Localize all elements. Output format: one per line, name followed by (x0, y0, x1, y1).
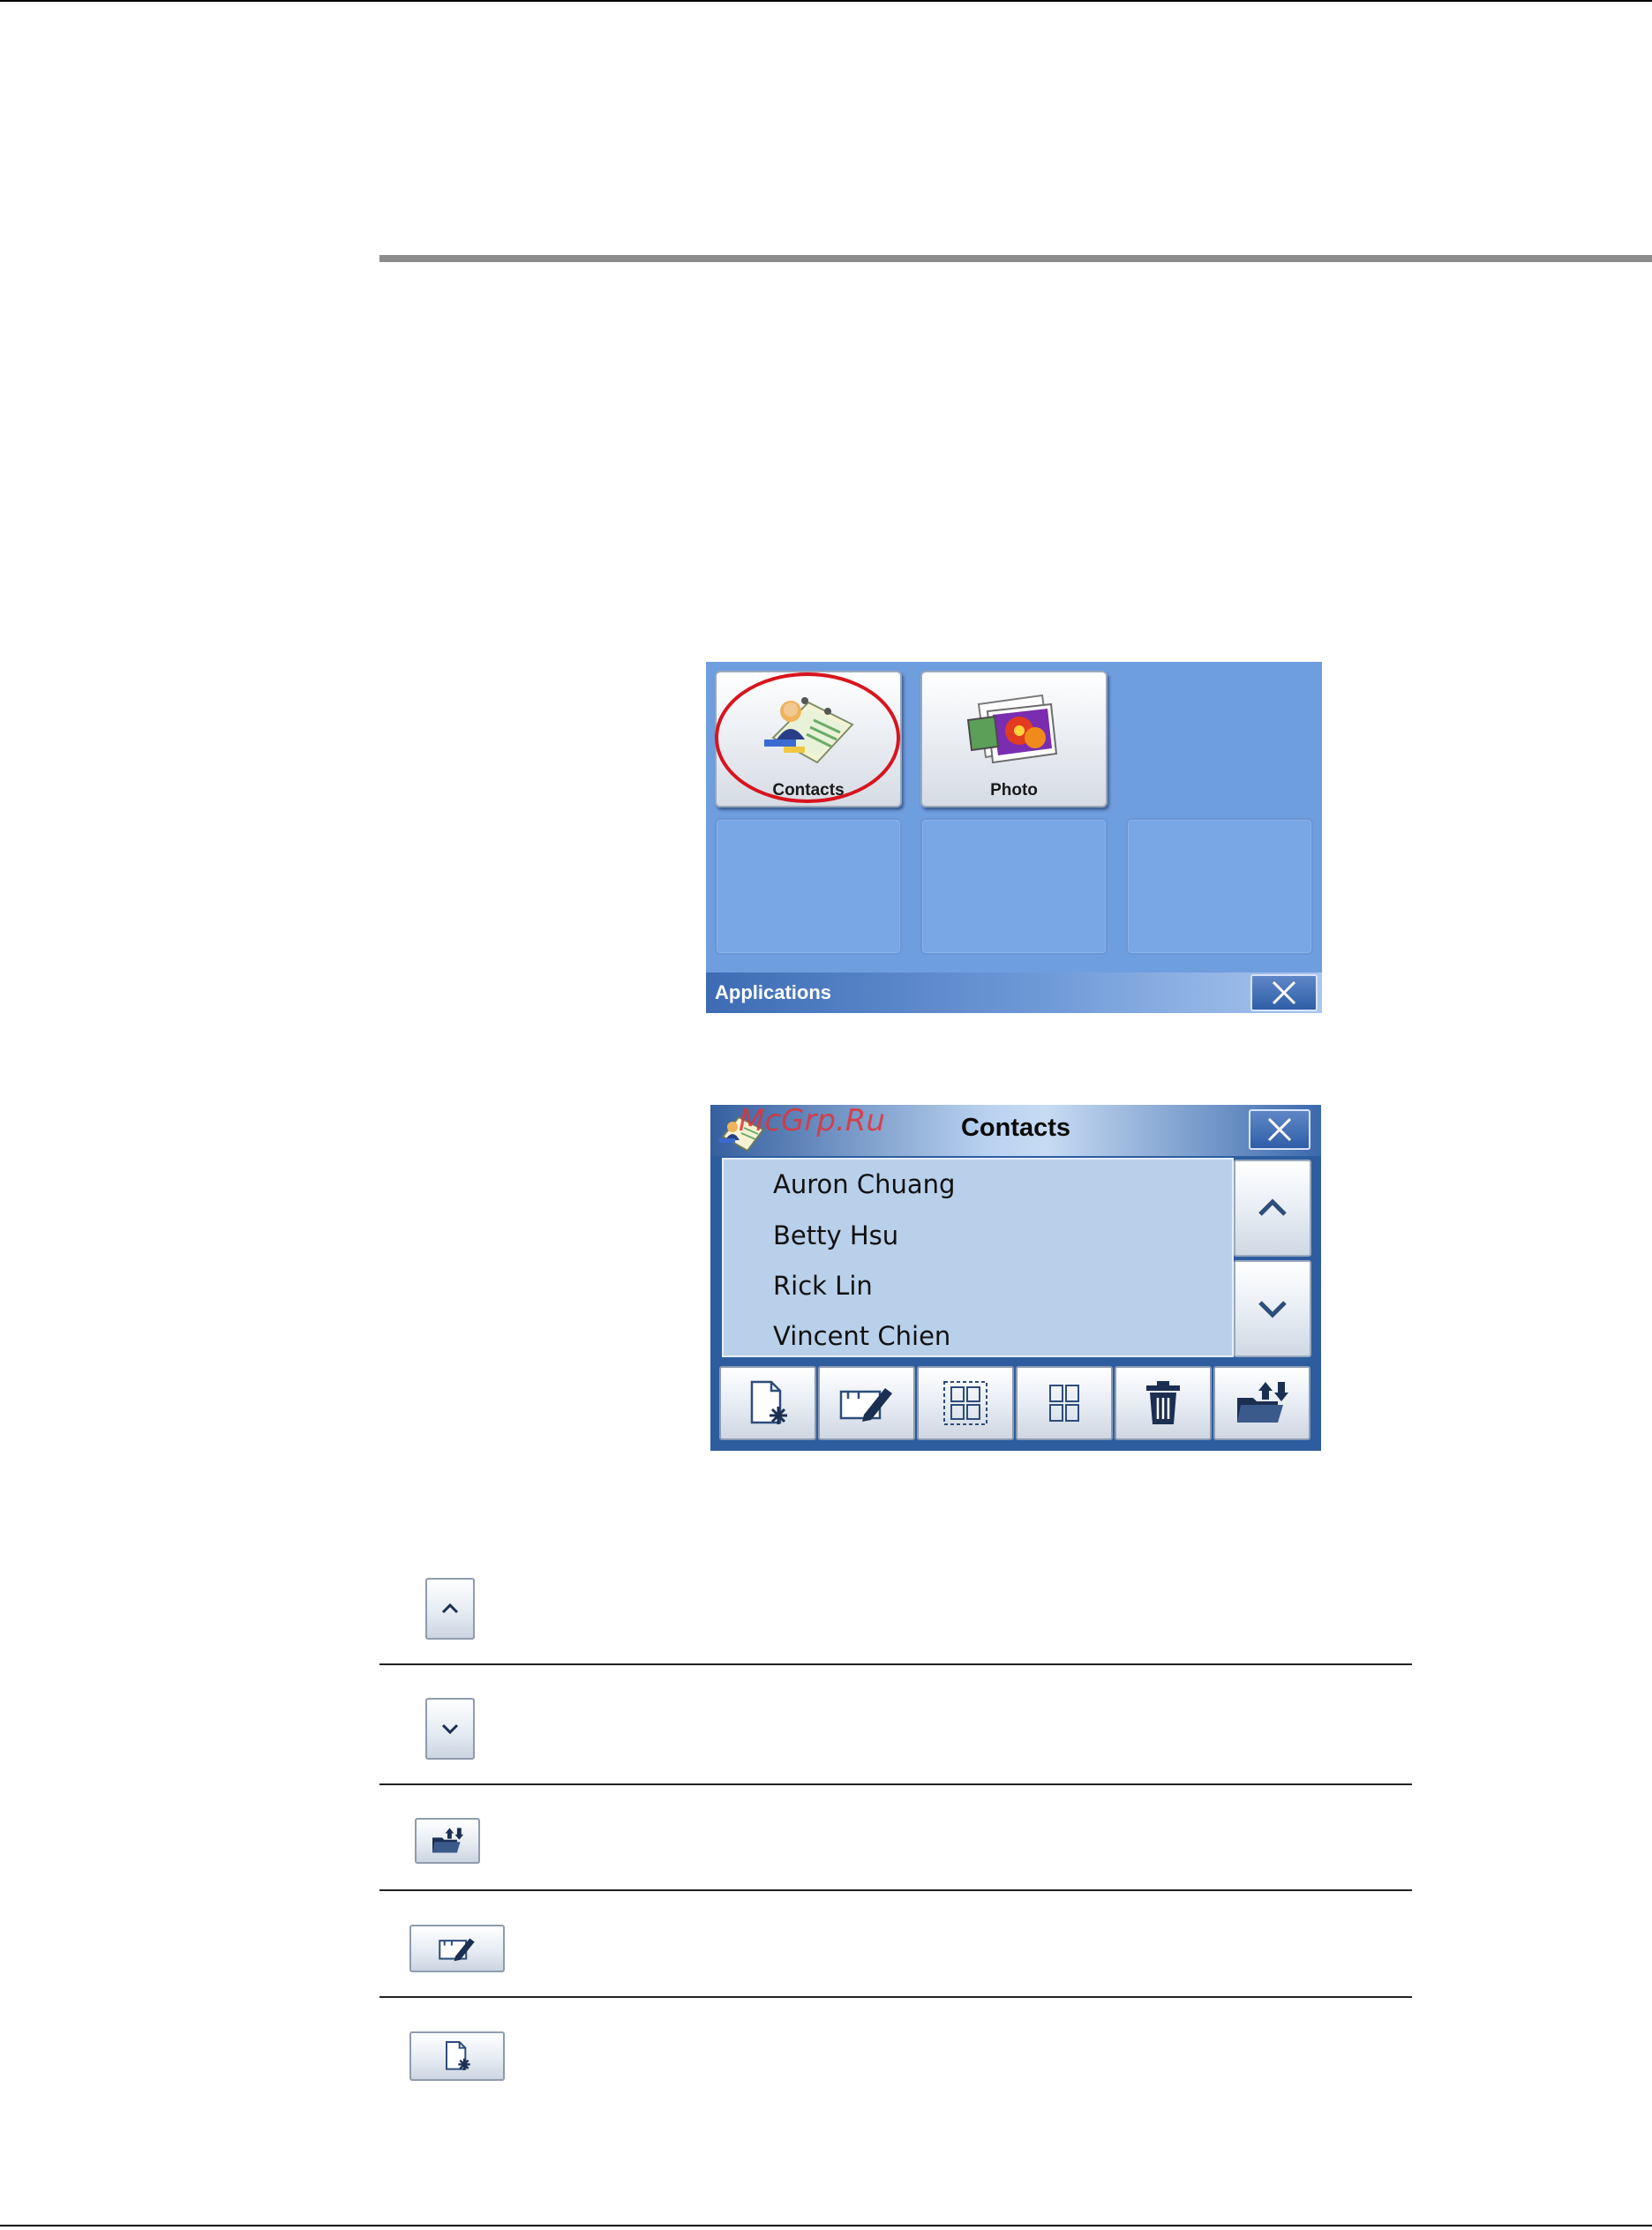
bottom-rule (0, 2225, 1652, 2226)
legend-divider (379, 1663, 1412, 1665)
photo-stack-icon (966, 694, 1058, 764)
legend-divider (379, 1889, 1412, 1891)
unselect-icon (1049, 1385, 1079, 1422)
contact-entry[interactable]: Betty Hsu (773, 1214, 898, 1257)
contacts-tile-label: Contacts (772, 781, 845, 800)
empty-tile (715, 818, 902, 955)
contact-list: Auron Chuang Betty Hsu Rick Lin Vincent … (722, 1158, 1234, 1357)
contacts-screen: McGrp.Ru Contacts Auron Chuang Betty Hsu… (710, 1105, 1321, 1451)
top-rule (0, 0, 1652, 2)
contacts-title: Contacts (960, 1114, 1071, 1142)
contact-entry[interactable]: Vincent Chien (773, 1315, 950, 1357)
scroll-up-icon (441, 1603, 459, 1614)
applications-title-bar: Applications (706, 972, 1322, 1013)
contacts-card-icon (764, 697, 854, 764)
select-all-button[interactable] (917, 1366, 1014, 1440)
close-icon (1267, 1117, 1292, 1142)
edit-contact-button[interactable] (818, 1366, 915, 1440)
applications-title: Applications (715, 981, 832, 1003)
edit-contact-icon (839, 1388, 892, 1422)
empty-tile (920, 818, 1108, 955)
scroll-down-icon (441, 1723, 459, 1735)
contacts-toolbar (719, 1366, 1312, 1440)
legend-edit-contact-button (409, 1925, 505, 1972)
unselect-button[interactable] (1016, 1366, 1113, 1440)
contacts-tile[interactable]: Contacts (715, 671, 902, 807)
legend-import-export-button (415, 1818, 480, 1864)
import-export-icon (432, 1828, 464, 1853)
legend-scroll-up-button (425, 1578, 475, 1640)
applications-screen: Contacts Photo Applications (706, 662, 1322, 1013)
import-export-button[interactable] (1213, 1366, 1310, 1440)
empty-tile (1126, 818, 1313, 955)
import-export-icon (1237, 1382, 1288, 1423)
scroll-up-icon (1258, 1198, 1287, 1216)
new-contact-icon (446, 2041, 470, 2070)
new-contact-icon (750, 1380, 787, 1424)
close-button[interactable] (1250, 974, 1318, 1011)
scroll-down-icon (1258, 1301, 1287, 1318)
edit-contact-icon (439, 1938, 475, 1962)
contacts-title-bar: McGrp.Ru Contacts (710, 1105, 1321, 1156)
legend-divider (379, 1996, 1412, 1998)
scroll-down-button[interactable] (1234, 1260, 1311, 1357)
scroll-up-button[interactable] (1234, 1160, 1311, 1257)
close-icon (1272, 980, 1296, 1005)
legend-new-contact-button (409, 2031, 505, 2081)
legend-scroll-down-button (425, 1698, 475, 1760)
contact-entry[interactable]: Rick Lin (773, 1265, 873, 1307)
trash-icon (1146, 1381, 1180, 1424)
legend-divider (379, 1783, 1412, 1785)
delete-button[interactable] (1115, 1366, 1212, 1440)
select-all-icon (943, 1381, 987, 1425)
new-contact-button[interactable] (719, 1366, 816, 1440)
photo-tile-label: Photo (990, 781, 1038, 800)
close-button[interactable] (1249, 1109, 1310, 1150)
contact-entry[interactable]: Auron Chuang (773, 1163, 955, 1205)
photo-tile[interactable]: Photo (920, 671, 1108, 807)
section-rule (379, 255, 1652, 262)
